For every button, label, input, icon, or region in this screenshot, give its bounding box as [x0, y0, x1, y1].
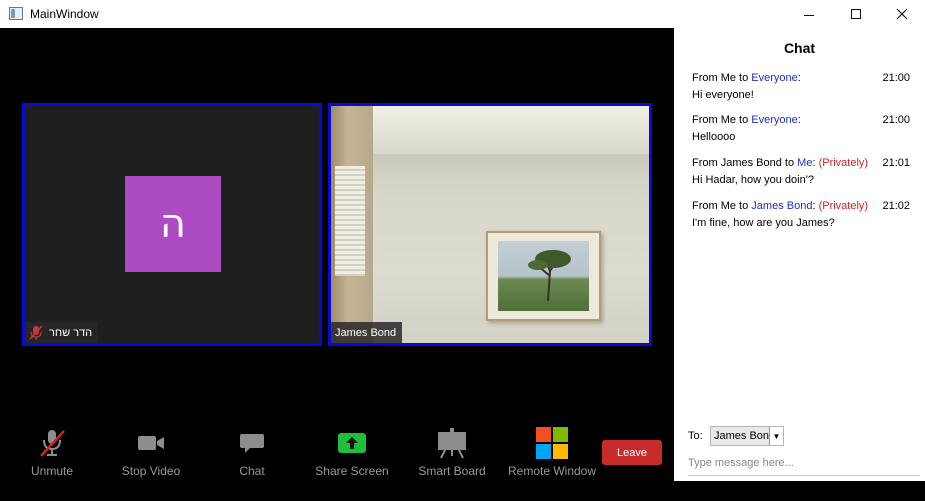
unmute-label: Unmute [30, 464, 74, 478]
mic-muted-icon [37, 425, 67, 461]
close-button[interactable] [879, 0, 925, 28]
chat-message: From Me to Everyone: Helloooo 21:00 [692, 112, 910, 146]
share-screen-button[interactable]: Share Screen [312, 425, 392, 478]
message-time: 21:00 [882, 72, 910, 84]
avatar: ה [125, 176, 221, 272]
mic-muted-icon [29, 324, 43, 341]
minimize-icon [804, 14, 814, 16]
message-text: Hi Hadar, how you doin'? [692, 174, 814, 186]
window-title: MainWindow [30, 7, 99, 21]
camera-feed [331, 106, 649, 343]
stop-video-button[interactable]: Stop Video [118, 425, 184, 478]
message-text: Hi everyone! [692, 89, 754, 101]
message-colon: : [812, 157, 816, 169]
windows-logo-icon [535, 425, 569, 461]
chat-button[interactable]: Chat [234, 425, 270, 478]
message-text: Helloooo [692, 131, 736, 143]
video-camera-icon [136, 425, 166, 461]
message-sender: From Me to [692, 200, 752, 212]
message-time: 21:01 [882, 157, 910, 169]
remote-window-button[interactable]: Remote Window [504, 425, 600, 478]
message-recipient: James Bond [751, 200, 813, 212]
share-screen-label: Share Screen [315, 464, 389, 478]
private-badge: (Privately) [818, 157, 869, 169]
participant-name: הדר שחר [49, 326, 93, 339]
remote-window-label: Remote Window [507, 464, 597, 478]
participant-name-tag: הדר שחר [25, 322, 99, 343]
close-icon [896, 8, 908, 20]
title-bar: MainWindow [0, 0, 925, 28]
participant-name: James Bond [335, 326, 397, 339]
message-colon: : [797, 72, 801, 84]
share-screen-icon [337, 425, 367, 461]
message-input[interactable] [688, 450, 920, 476]
to-label: To: [688, 430, 703, 442]
message-time: 21:02 [882, 200, 910, 212]
message-text: I'm fine, how are you James? [692, 217, 835, 229]
leave-button[interactable]: Leave [602, 440, 662, 465]
minimize-button[interactable] [786, 0, 832, 28]
private-badge: (Privately) [818, 200, 869, 212]
message-sender: From Me to [692, 114, 752, 126]
message-sender: From Me to [692, 72, 752, 84]
meeting-toolbar: Unmute Stop Video Chat Share Screen Smar… [0, 425, 674, 485]
maximize-icon [851, 9, 861, 19]
recipient-select[interactable]: James Bon ▼ [710, 426, 784, 446]
smart-board-label: Smart Board [418, 464, 486, 478]
app-icon [9, 7, 23, 20]
maximize-button[interactable] [833, 0, 879, 28]
chat-bubble-icon [239, 425, 265, 461]
chat-label: Chat [239, 464, 265, 478]
unmute-button[interactable]: Unmute [28, 425, 76, 478]
message-recipient: Everyone [751, 72, 798, 84]
participant-tile-hadar[interactable]: ה הדר שחר [22, 103, 322, 346]
chat-message: From Me to James Bond: (Privately) I'm f… [692, 198, 910, 232]
chevron-down-icon[interactable]: ▼ [769, 427, 783, 445]
message-recipient: Me [797, 157, 813, 169]
smart-board-button[interactable]: Smart Board [416, 425, 488, 478]
message-sender: From James Bond to [692, 157, 798, 169]
participant-name-tag: James Bond [331, 322, 403, 343]
message-colon: : [812, 200, 816, 212]
recipient-value: James Bon [714, 430, 770, 442]
whiteboard-icon [436, 425, 468, 461]
wall-picture [486, 231, 601, 321]
chat-message: From James Bond to Me: (Privately) Hi Ha… [692, 155, 910, 189]
message-colon: : [797, 114, 801, 126]
chat-panel: Chat From Me to Everyone: Hi everyone! 2… [674, 28, 925, 481]
message-time: 21:00 [882, 114, 910, 126]
participant-tile-james-bond[interactable]: James Bond [328, 103, 652, 346]
message-recipient: Everyone [751, 114, 798, 126]
chat-message: From Me to Everyone: Hi everyone! 21:00 [692, 70, 910, 104]
chat-title: Chat [783, 40, 816, 56]
stop-video-label: Stop Video [121, 464, 181, 478]
